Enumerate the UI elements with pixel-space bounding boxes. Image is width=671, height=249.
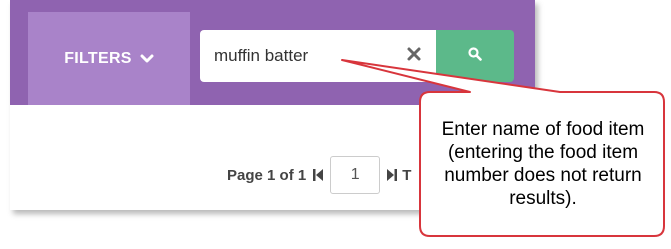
close-icon xyxy=(406,46,422,67)
filters-label: FILTERS xyxy=(64,49,132,67)
first-page-icon[interactable] xyxy=(312,168,324,182)
clear-search-button[interactable] xyxy=(404,46,424,66)
annotated-screenshot: FILTERS muffin batter Page 1 of 1 1 T En… xyxy=(0,0,671,244)
pagination: Page 1 of 1 1 T xyxy=(227,155,411,195)
page-count-label: Page 1 of 1 xyxy=(227,166,307,184)
search-button[interactable] xyxy=(436,30,514,82)
filters-button[interactable]: FILTERS xyxy=(28,12,190,105)
search-input[interactable]: muffin batter xyxy=(200,30,436,82)
page-number-input[interactable]: 1 xyxy=(330,156,381,194)
last-page-icon[interactable] xyxy=(386,168,398,182)
search-input-value: muffin batter xyxy=(214,46,309,65)
search-icon xyxy=(468,46,482,66)
pager-truncated-text: T xyxy=(402,166,412,184)
callout-text: Enter name of food item (entering the fo… xyxy=(441,119,645,209)
chevron-down-icon xyxy=(140,54,154,64)
